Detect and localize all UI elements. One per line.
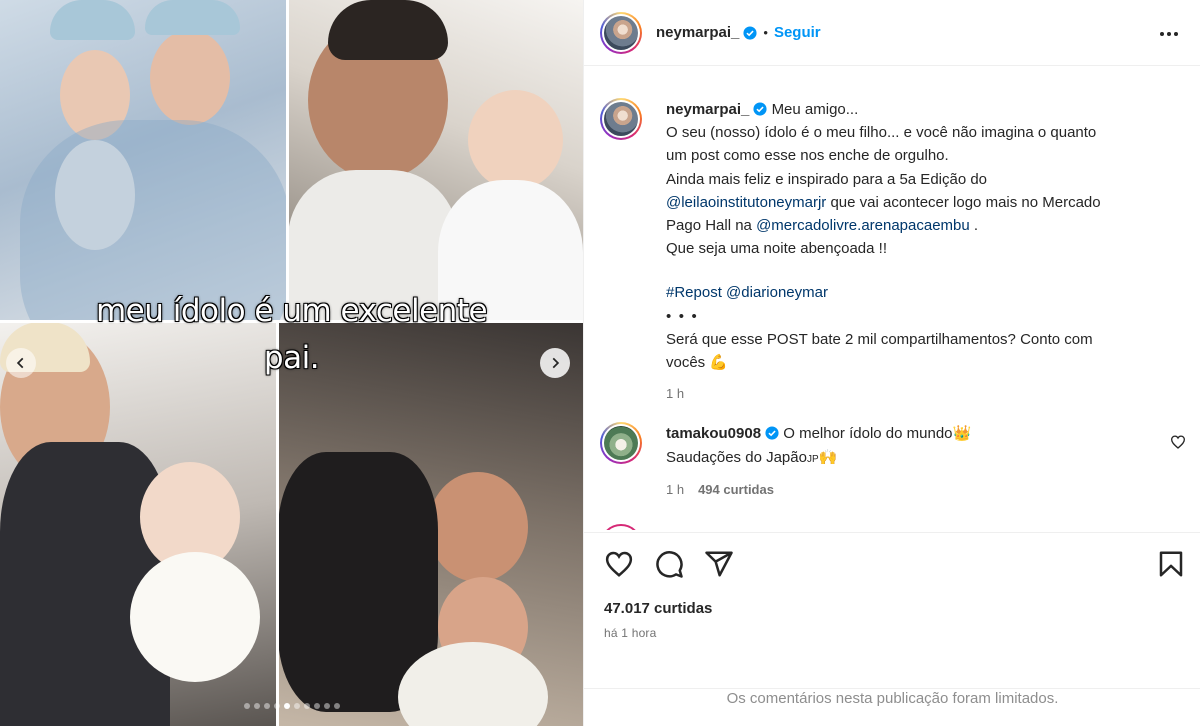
caption-intro: Meu amigo... [771, 101, 859, 118]
post-timestamp[interactable]: há 1 hora [604, 626, 657, 640]
carousel-dot [263, 703, 270, 709]
comment-text: tamakou0908 O melhor ídolo do mundo👑 Sau… [666, 422, 1146, 502]
carousel-dot [303, 703, 310, 709]
chevron-right-icon [552, 357, 560, 369]
carousel-dot [243, 703, 250, 709]
video-caption-line-1: meu ídolo é um excelente [95, 293, 488, 329]
caption-line: Será que esse POST bate 2 mil compartilh… [666, 330, 1093, 348]
follow-button[interactable]: Seguir [774, 24, 821, 41]
caption-line: que vai acontecer logo mais no Mercado [826, 193, 1101, 211]
caption-line: Pago Hall na [666, 217, 757, 235]
comment-button[interactable] [654, 549, 684, 579]
caption-line: . [969, 217, 979, 235]
caption-line: vocês [666, 354, 710, 372]
chevron-left-icon [16, 357, 24, 369]
caption-author-username[interactable]: neymarpai_ [666, 101, 749, 118]
previous-slide-button[interactable] [6, 348, 36, 378]
post-header: neymarpai_ • Seguir [584, 0, 1200, 66]
commenter-avatar[interactable] [600, 422, 642, 464]
next-slide-button[interactable] [540, 348, 570, 378]
jp-flag-text: JP [806, 453, 819, 465]
heart-icon [605, 551, 633, 577]
comment-timestamp[interactable]: 1 h [666, 478, 684, 502]
photo-hospital [0, 0, 288, 322]
hashtag-repost[interactable]: #Repost [666, 284, 722, 301]
author-avatar[interactable] [600, 11, 642, 54]
comment-line: Saudações do Japão [666, 448, 807, 466]
carousel-indicator [0, 703, 583, 709]
comments-limited-notice: Os comentários nesta publicação foram li… [726, 690, 1059, 707]
comment: tamakou0908 O melhor ídolo do mundo👑 Sau… [600, 422, 1190, 502]
caption-text: neymarpai_ Meu amigo... O seu (nosso) íd… [666, 98, 1186, 405]
post-actions: 47.017 curtidas há 1 hora Os comentários… [584, 532, 1200, 726]
post-media[interactable]: meu ídolo é um excelente pai. [0, 0, 583, 726]
carousel-dot [313, 703, 320, 709]
carousel-dot [273, 703, 280, 709]
likes-count[interactable]: 47.017 curtidas [604, 600, 712, 617]
commenter-username[interactable]: tamakou0908 [666, 425, 761, 442]
heart-icon [1170, 435, 1186, 449]
save-button[interactable] [1156, 549, 1186, 579]
more-icon[interactable] [1157, 24, 1181, 44]
photo-sleeping-kids [278, 322, 583, 726]
post-modal: meu ídolo é um excelente pai. neymarpai_… [0, 0, 1200, 726]
separator-dot: • [763, 25, 768, 40]
caption-line: um post como esse nos enche de orgulho. [666, 147, 949, 165]
caption-line: O seu (nosso) ídolo é o meu filho... e v… [666, 124, 1097, 142]
video-caption-line-2: pai. [263, 340, 320, 376]
carousel-dot [333, 703, 340, 709]
carousel-dot [253, 703, 260, 709]
caption-timestamp[interactable]: 1 h [666, 382, 1186, 405]
carousel-dot [323, 703, 330, 709]
caption-dots: • • • [666, 307, 697, 325]
post-caption: neymarpai_ Meu amigo... O seu (nosso) íd… [600, 98, 1190, 405]
verified-icon [743, 25, 757, 40]
post-details-panel: neymarpai_ • Seguir neymarpai_ Meu amigo… [583, 0, 1200, 726]
comment-line: O melhor ídolo do mundo [783, 425, 953, 442]
flexed-biceps-emoji: 💪 [709, 354, 729, 372]
share-button[interactable] [704, 549, 734, 579]
comment-like-button[interactable] [1170, 434, 1186, 450]
like-button[interactable] [604, 549, 634, 579]
caption-line: Ainda mais feliz e inspirado para a 5a E… [666, 170, 988, 188]
verified-icon [753, 102, 767, 116]
carousel-dot [293, 703, 300, 709]
mention-mercadolivre[interactable]: @mercadolivre.arenapacaembu [756, 217, 970, 234]
next-comment-avatar [600, 524, 642, 530]
carousel-dot [283, 703, 290, 709]
photo-with-baby [0, 322, 278, 726]
verified-icon [765, 426, 779, 440]
raised-hands-emoji: 🙌 [818, 448, 838, 466]
comment-likes[interactable]: 494 curtidas [698, 478, 774, 502]
author-username[interactable]: neymarpai_ [656, 24, 739, 41]
bookmark-icon [1159, 551, 1183, 577]
crown-emoji: 👑 [952, 425, 972, 442]
mention-leilaoinstitutoneymarjr[interactable]: @leilaoinstitutoneymarjr [666, 194, 826, 211]
caption-line: Que seja uma noite abençoada !! [666, 240, 887, 258]
caption-author-avatar[interactable] [600, 98, 642, 140]
divider [584, 688, 1200, 689]
share-icon [705, 551, 733, 577]
comment-icon [656, 551, 683, 578]
photo-with-daughter [288, 0, 583, 322]
mention-diarioneymar[interactable]: @diarioneymar [726, 284, 828, 301]
